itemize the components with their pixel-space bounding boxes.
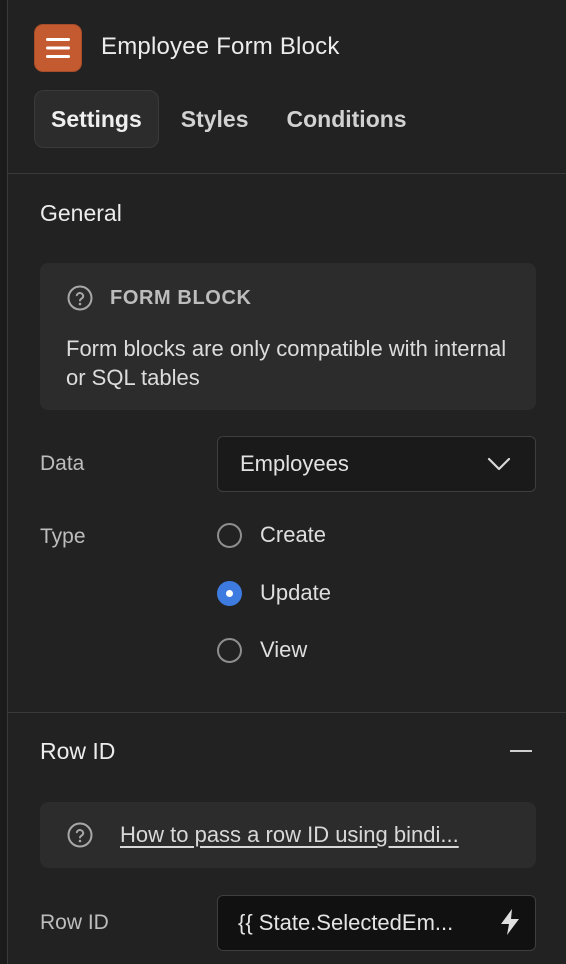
info-text: Form blocks are only compatible with int… bbox=[66, 336, 507, 390]
tab-settings[interactable]: Settings bbox=[34, 90, 159, 148]
row-id-help-box: How to pass a row ID using bindi... bbox=[40, 802, 536, 868]
info-heading: FORM BLOCK bbox=[110, 287, 252, 309]
row-id-field-label: Row ID bbox=[40, 911, 109, 934]
data-field-label: Data bbox=[40, 452, 85, 475]
panel-header: Employee Form Block Settings Styles Cond… bbox=[8, 0, 566, 174]
data-select-value: Employees bbox=[240, 451, 349, 476]
help-circle-icon bbox=[67, 285, 93, 311]
hamburger-menu-icon bbox=[46, 38, 70, 58]
form-block-info-box: FORM BLOCK Form blocks are only compatib… bbox=[40, 263, 536, 410]
help-circle-icon bbox=[67, 822, 93, 848]
row-id-help-link[interactable]: How to pass a row ID using bindi... bbox=[120, 822, 510, 848]
type-option-create[interactable]: Create bbox=[217, 522, 326, 548]
type-option-view[interactable]: View bbox=[217, 637, 307, 663]
section-divider bbox=[8, 712, 566, 713]
tab-bar: Settings Styles Conditions bbox=[34, 90, 423, 148]
radio-label-view: View bbox=[260, 637, 308, 662]
settings-panel: Employee Form Block Settings Styles Cond… bbox=[7, 0, 566, 964]
row-id-binding-input[interactable]: {{ State.SelectedEm... bbox=[217, 895, 536, 951]
general-section-title: General bbox=[40, 200, 122, 226]
data-select[interactable]: Employees bbox=[217, 436, 536, 492]
radio-view[interactable] bbox=[217, 637, 242, 663]
row-id-binding-value: {{ State.SelectedEm... bbox=[238, 910, 454, 935]
radio-create[interactable] bbox=[217, 522, 242, 548]
type-field-label: Type bbox=[40, 525, 86, 548]
collapse-section-button[interactable] bbox=[510, 750, 532, 752]
tab-conditions[interactable]: Conditions bbox=[271, 90, 423, 148]
radio-label-update: Update bbox=[260, 580, 331, 605]
block-title: Employee Form Block bbox=[101, 33, 340, 60]
row-id-section-title: Row ID bbox=[40, 738, 116, 764]
tab-styles[interactable]: Styles bbox=[165, 90, 265, 148]
menu-button[interactable] bbox=[34, 24, 82, 72]
lightning-bolt-icon[interactable] bbox=[499, 908, 521, 936]
radio-update[interactable] bbox=[217, 580, 242, 606]
radio-label-create: Create bbox=[260, 522, 327, 547]
chevron-down-icon bbox=[487, 457, 511, 471]
type-option-update[interactable]: Update bbox=[217, 580, 331, 606]
panel-edge bbox=[0, 0, 7, 964]
